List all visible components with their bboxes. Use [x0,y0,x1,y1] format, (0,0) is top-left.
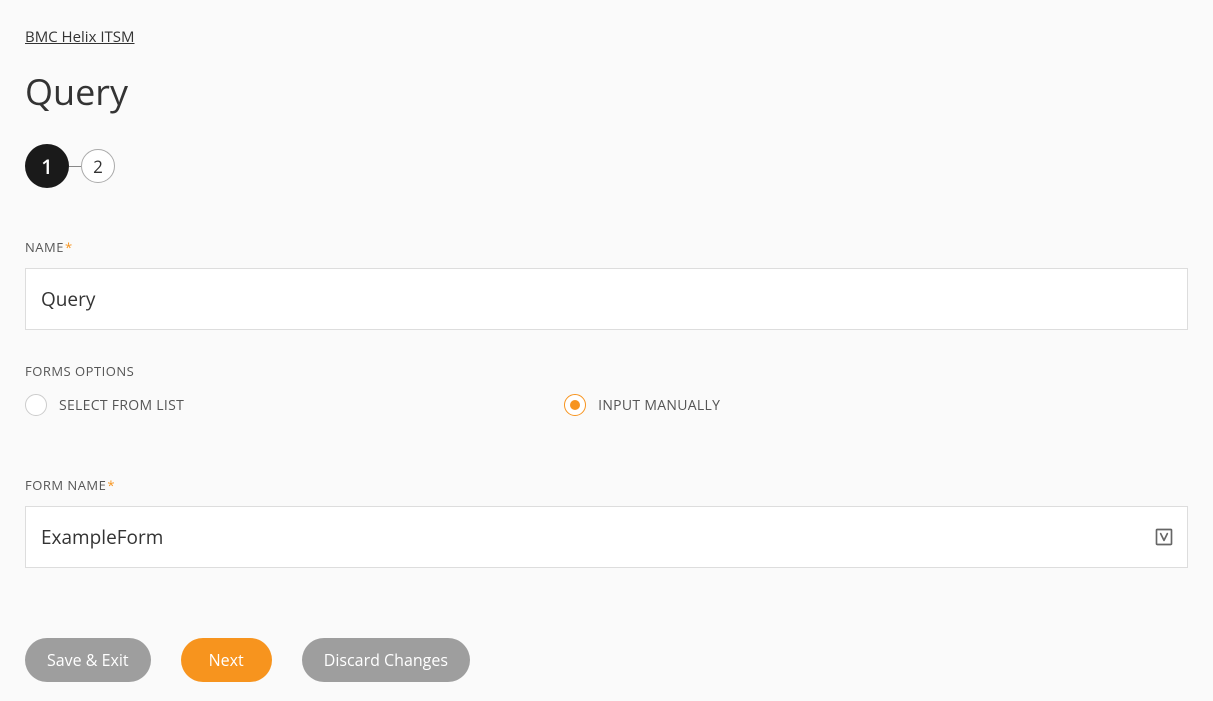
save-exit-button[interactable]: Save & Exit [25,638,151,682]
stepper: 1 2 [25,144,1188,188]
step-1[interactable]: 1 [25,144,69,188]
breadcrumb-link[interactable]: BMC Helix ITSM [25,27,135,47]
radio-select-from-list[interactable]: SELECT FROM LIST [25,394,184,416]
radio-circle-unselected-icon [25,394,47,416]
form-name-field-group: FORM NAME* [25,476,1188,568]
name-field-group: NAME* [25,238,1188,330]
name-label: NAME* [25,238,1188,256]
form-name-input-wrapper [25,506,1188,568]
radio-circle-selected-icon [564,394,586,416]
forms-options-group: FORMS OPTIONS SELECT FROM LIST INPUT MAN… [25,362,1188,416]
discard-changes-button[interactable]: Discard Changes [302,638,470,682]
page-title: Query [25,67,1188,116]
radio-label-manual: INPUT MANUALLY [598,396,720,415]
radio-input-manually[interactable]: INPUT MANUALLY [564,394,720,416]
button-row: Save & Exit Next Discard Changes [25,638,1188,682]
form-name-label: FORM NAME* [25,476,1188,494]
step-2[interactable]: 2 [81,149,115,183]
form-name-input[interactable] [25,506,1188,568]
form-name-label-text: FORM NAME [25,476,106,494]
forms-options-radio-row: SELECT FROM LIST INPUT MANUALLY [25,394,1188,416]
name-input[interactable] [25,268,1188,330]
radio-dot-icon [570,400,580,410]
forms-options-label: FORMS OPTIONS [25,362,1188,380]
name-label-text: NAME [25,238,64,256]
next-button[interactable]: Next [181,638,272,682]
step-connector [69,166,81,167]
required-star-icon: * [107,476,115,494]
required-star-icon: * [65,238,73,256]
radio-label-select: SELECT FROM LIST [59,396,184,415]
